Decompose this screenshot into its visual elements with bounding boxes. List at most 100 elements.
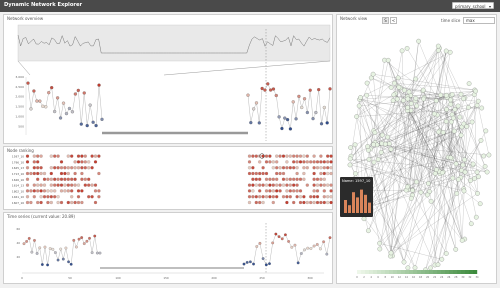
network-node bbox=[414, 103, 420, 109]
network-node bbox=[458, 91, 464, 97]
ranking-cell bbox=[73, 160, 77, 164]
ranking-cell bbox=[292, 166, 296, 170]
data-point bbox=[35, 99, 39, 103]
ranking-cell bbox=[70, 195, 74, 199]
ranking-cell bbox=[312, 166, 316, 170]
ranking-cell bbox=[258, 200, 262, 205]
data-point bbox=[271, 241, 275, 245]
ranking-cell bbox=[271, 166, 275, 170]
ranking-cell bbox=[63, 171, 67, 176]
ranking-row-label: 1625_13 bbox=[12, 166, 24, 170]
network-node bbox=[386, 141, 392, 147]
data-point bbox=[277, 115, 281, 119]
data-point bbox=[64, 111, 69, 116]
network-node bbox=[364, 80, 370, 86]
data-point bbox=[297, 94, 301, 99]
network-edge bbox=[439, 130, 463, 241]
ranking-cell bbox=[93, 160, 98, 164]
ranking-cell bbox=[93, 183, 98, 187]
ranking-cell bbox=[315, 183, 320, 187]
ranking-cell bbox=[80, 166, 84, 170]
overview-chart[interactable]: 3,000 2,500 2,000 1,500 1,000 500 bbox=[4, 15, 334, 145]
data-point bbox=[48, 247, 52, 250]
ranking-cell bbox=[322, 189, 326, 193]
data-point bbox=[291, 100, 295, 104]
data-point bbox=[98, 251, 102, 255]
network-node bbox=[444, 107, 449, 112]
ranking-cell bbox=[32, 195, 36, 199]
ranking-cell bbox=[25, 177, 30, 181]
network-node bbox=[401, 87, 407, 93]
ranking-cell bbox=[281, 183, 286, 187]
data-point bbox=[95, 251, 99, 255]
ranking-cell bbox=[329, 195, 333, 199]
network-node bbox=[358, 95, 363, 100]
ranking-cell bbox=[59, 171, 64, 176]
dataset-select[interactable]: primary_school ▾ bbox=[452, 2, 494, 9]
ranking-panel: Node ranking 1597_10 1796_10 1625_13 1713_1… bbox=[3, 146, 333, 210]
ranking-cell bbox=[76, 195, 81, 199]
legend-swatch bbox=[433, 270, 438, 274]
data-point bbox=[261, 257, 265, 260]
legend-swatch bbox=[365, 270, 370, 274]
ranking-cell bbox=[295, 166, 299, 170]
network-node bbox=[404, 46, 410, 51]
network-edge bbox=[423, 52, 451, 91]
data-point bbox=[288, 127, 293, 131]
network-edge bbox=[382, 87, 401, 136]
network-graph[interactable]: 0 2 4 6 8 10 12 14 16 18 20 22 24 26 28 30 32 34 bbox=[337, 15, 498, 285]
data-point bbox=[30, 250, 34, 254]
network-edge bbox=[407, 163, 457, 268]
ranking-cell bbox=[285, 154, 289, 158]
legend-tick-label: 8 bbox=[384, 276, 386, 279]
ranking-cell bbox=[288, 195, 292, 199]
ranking-cell bbox=[97, 195, 101, 199]
ranking-cell bbox=[278, 189, 282, 193]
overview-panel: Network overview 3,000 2,500 2,000 1,500 1,0… bbox=[3, 14, 333, 144]
data-point bbox=[325, 121, 329, 125]
network-node bbox=[450, 175, 456, 181]
ranking-cell bbox=[312, 154, 316, 158]
data-point bbox=[47, 91, 51, 95]
data-point bbox=[76, 88, 80, 93]
ranking-cell bbox=[264, 154, 269, 158]
data-point bbox=[25, 240, 29, 243]
network-node bbox=[448, 101, 454, 107]
ranking-cell bbox=[53, 183, 57, 187]
dataset-select-value: primary_school bbox=[455, 4, 486, 9]
network-node bbox=[414, 179, 419, 185]
network-node bbox=[366, 228, 371, 234]
network-node bbox=[435, 262, 441, 267]
ranking-cell bbox=[59, 189, 64, 193]
ranking-cell bbox=[305, 183, 309, 187]
network-node bbox=[418, 189, 424, 195]
ranking-row-label: 1607_16 bbox=[12, 201, 24, 205]
network-node bbox=[439, 256, 445, 262]
ranking-cell bbox=[251, 183, 255, 187]
network-node bbox=[366, 157, 372, 162]
network-node bbox=[408, 101, 414, 106]
ranking-cell bbox=[59, 183, 64, 187]
network-node bbox=[416, 38, 421, 44]
data-point bbox=[260, 86, 264, 91]
data-point bbox=[27, 237, 31, 240]
ranking-cell bbox=[312, 195, 316, 199]
tooltip-title: Name: 1597_10 bbox=[342, 179, 371, 183]
legend-swatch bbox=[405, 270, 410, 274]
network-node bbox=[474, 169, 480, 175]
legend-swatch bbox=[401, 270, 406, 274]
ranking-row-label: 1614_13 bbox=[12, 184, 24, 188]
ranking-chart[interactable]: 1597_101796_10 1625_13 1713_16 1626_16 1614_… bbox=[4, 147, 334, 211]
legend-swatch bbox=[425, 270, 430, 274]
network-node bbox=[421, 96, 426, 102]
network-node bbox=[353, 171, 358, 177]
network-node bbox=[425, 192, 430, 198]
ranking-cell bbox=[295, 195, 299, 199]
ranking-cell bbox=[261, 171, 265, 176]
timeseries-chart[interactable]: 6040200 50 100 150 200 250 300 bbox=[4, 213, 334, 285]
network-node bbox=[413, 76, 418, 82]
ranking-cell bbox=[275, 189, 279, 193]
network-node bbox=[484, 169, 490, 175]
data-point bbox=[85, 239, 89, 243]
network-node bbox=[455, 103, 461, 109]
